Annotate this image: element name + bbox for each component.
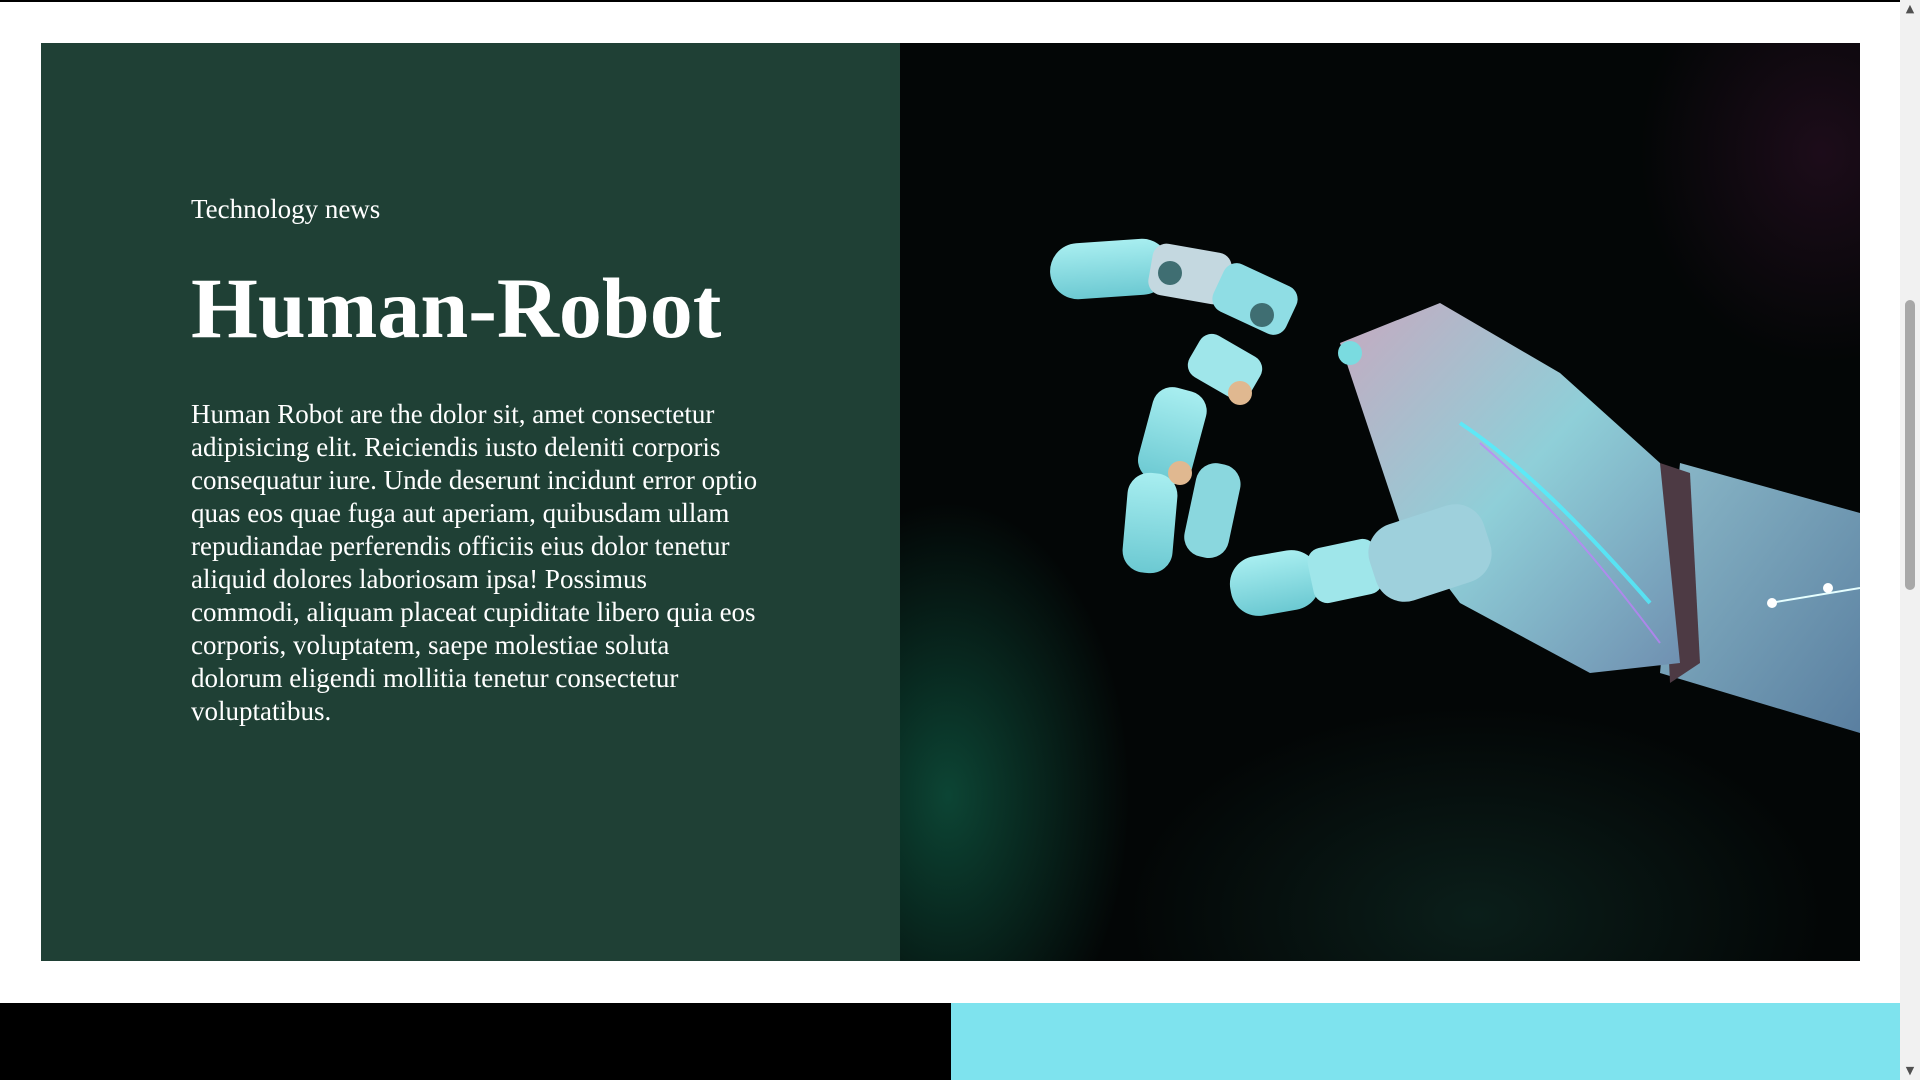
robot-hand-illustration — [1050, 238, 1860, 733]
robot-hand-image — [900, 43, 1860, 961]
hero-text-panel: Technology news Human-Robot Human Robot … — [41, 43, 900, 961]
hero-section: Technology news Human-Robot Human Robot … — [41, 43, 1860, 961]
footer-band-dark — [0, 1003, 951, 1080]
hero-kicker: Technology news — [191, 194, 381, 224]
vertical-scrollbar[interactable]: ▲ ▼ — [1900, 0, 1920, 1080]
hero-body: Human Robot are the dolor sit, amet cons… — [191, 399, 758, 726]
top-divider — [0, 0, 1900, 2]
chevron-down-icon[interactable]: ▼ — [1900, 1062, 1920, 1080]
scrollbar-thumb[interactable] — [1905, 300, 1915, 590]
footer-band-cyan — [951, 1003, 1900, 1080]
hero-title: Human-Robot — [191, 260, 722, 356]
chevron-up-icon[interactable]: ▲ — [1900, 0, 1920, 18]
